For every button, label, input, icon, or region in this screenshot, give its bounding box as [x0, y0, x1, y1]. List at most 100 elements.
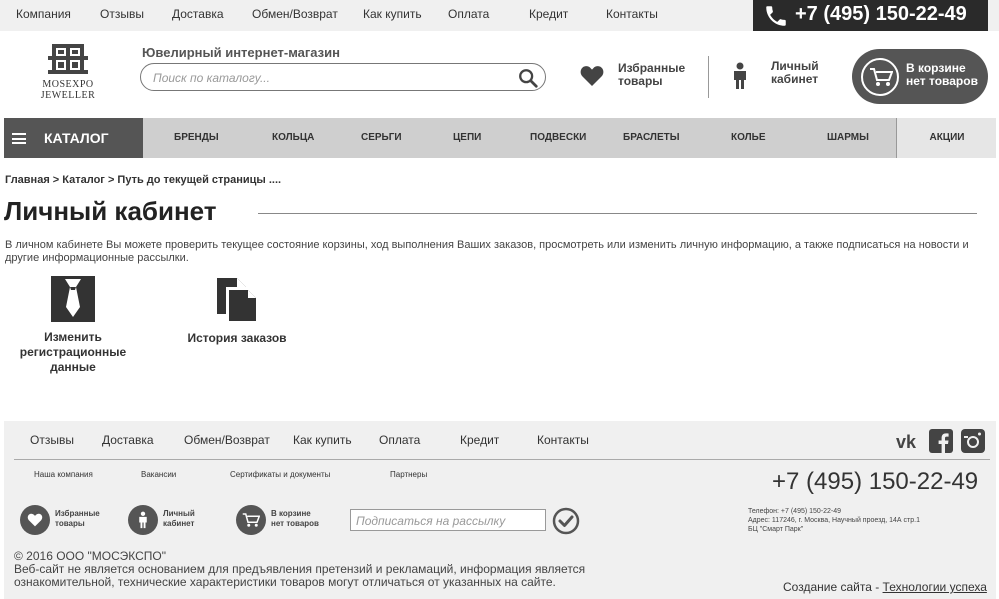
cart-icon: [870, 68, 893, 86]
catnav-promotions[interactable]: АКЦИИ: [896, 118, 996, 158]
footer-cart-line2: нет товаров: [271, 519, 319, 528]
promotions-label: АКЦИИ: [929, 132, 965, 143]
catnav-earrings[interactable]: СЕРЬГИ: [361, 132, 402, 143]
footer-account-line1: Личный: [163, 509, 195, 518]
footer-account-line2: кабинет: [163, 519, 195, 528]
footer-contact-info: Телефон: +7 (495) 150-22-49 Адрес: 11724…: [748, 507, 920, 534]
topnav-link-credit[interactable]: Кредит: [529, 7, 568, 21]
catalog-menu-button[interactable]: КАТАЛОГ: [4, 118, 143, 158]
edit-registration-tile[interactable]: Изменить регистрационные данные: [10, 276, 136, 376]
site-logo[interactable]: MOSEXPO JEWELLER: [28, 44, 108, 106]
facebook-icon[interactable]: [929, 429, 953, 453]
disclaimer-text: Веб-сайт не является основанием для пред…: [14, 562, 586, 589]
subscribe-input[interactable]: [356, 513, 540, 528]
developer-credit-prefix: Создание сайта -: [783, 580, 883, 594]
top-bar: Компания Отзывы Доставка Обмен/Возврат К…: [0, 0, 999, 31]
footer-info-phone: Телефон: +7 (495) 150-22-49: [748, 508, 842, 515]
footer-cart-line1: В корзине: [271, 509, 311, 518]
footer-link-payment[interactable]: Оплата: [379, 433, 420, 447]
footer-link-company[interactable]: Наша компания: [34, 470, 93, 479]
topnav-link-how-to-buy[interactable]: Как купить: [363, 7, 422, 21]
shop-title: Ювелирный интернет-магазин: [142, 45, 340, 60]
footer: Отзывы Доставка Обмен/Возврат Как купить…: [4, 421, 996, 599]
edit-registration-label: Изменить регистрационные данные: [19, 330, 127, 374]
subscribe-submit-icon[interactable]: [552, 507, 580, 535]
footer-favorites-link[interactable]: Избранные товары: [20, 505, 110, 535]
logo-text-line1: MOSEXPO: [42, 79, 94, 90]
topnav-link-payment[interactable]: Оплата: [448, 7, 489, 21]
footer-favorites-line1: Избранные: [55, 509, 100, 518]
order-history-label: История заказов: [187, 331, 287, 345]
cart-icon: [242, 513, 260, 527]
footer-link-certificates[interactable]: Сертификаты и документы: [230, 470, 330, 479]
header-divider: [708, 56, 709, 98]
footer-cart-link[interactable]: В корзине нет товаров: [236, 505, 336, 535]
subscribe-box: [350, 509, 546, 531]
footer-link-credit[interactable]: Кредит: [460, 433, 499, 447]
catnav-charms[interactable]: ШАРМЫ: [827, 132, 869, 143]
topnav-link-company[interactable]: Компания: [16, 7, 71, 21]
page-title: Личный кабинет: [4, 196, 217, 226]
footer-legal: © 2016 ООО "МОСЭКСПО" Веб-сайт не являет…: [14, 550, 654, 589]
logo-text-line2: JEWELLER: [40, 90, 96, 101]
search-icon[interactable]: [517, 67, 539, 89]
intro-text: В личном кабинете Вы можете проверить те…: [5, 239, 969, 264]
footer-link-contacts[interactable]: Контакты: [537, 433, 589, 447]
developer-credit: Создание сайта - Технологии успеха: [783, 580, 987, 594]
catnav-rings[interactable]: КОЛЬЦА: [272, 132, 314, 143]
header-phone-number: +7 (495) 150-22-49: [795, 3, 967, 25]
footer-link-partners[interactable]: Партнеры: [390, 470, 427, 479]
phone-icon: [766, 6, 786, 26]
cart-label-line2: нет товаров: [906, 74, 978, 88]
footer-info-building: БЦ "Смарт Парк": [748, 526, 804, 533]
heart-icon: [580, 66, 604, 86]
header-phone[interactable]: +7 (495) 150-22-49: [753, 0, 988, 31]
person-icon: [734, 62, 746, 89]
topnav-link-returns[interactable]: Обмен/Возврат: [252, 7, 338, 21]
footer-link-delivery[interactable]: Доставка: [102, 433, 154, 447]
header-cart-button[interactable]: В корзине нет товаров: [852, 49, 988, 104]
instagram-icon[interactable]: [961, 429, 985, 453]
topnav-link-delivery[interactable]: Доставка: [172, 7, 224, 21]
footer-link-how-to-buy[interactable]: Как купить: [293, 433, 352, 447]
search-box: [140, 63, 546, 91]
header-favorites-link[interactable]: Избранные товары: [580, 58, 690, 94]
catnav-chains[interactable]: ЦЕПИ: [453, 132, 481, 143]
footer-person-circle: [128, 505, 158, 535]
catnav-brands[interactable]: БРЕНДЫ: [174, 132, 219, 143]
breadcrumb: Главная > Каталог > Путь до текущей стра…: [5, 174, 282, 186]
favorites-label-line2: товары: [618, 74, 663, 88]
heart-icon: [27, 513, 43, 527]
tie-icon: [51, 276, 95, 322]
topnav-link-reviews[interactable]: Отзывы: [100, 7, 144, 21]
account-label-line2: кабинет: [771, 72, 819, 86]
order-history-tile[interactable]: История заказов: [178, 276, 296, 348]
catnav-pendants[interactable]: ПОДВЕСКИ: [530, 132, 586, 143]
documents-icon: [217, 278, 259, 324]
header-account-link[interactable]: Личный кабинет: [732, 58, 832, 94]
person-icon: [139, 511, 147, 529]
footer-link-reviews[interactable]: Отзывы: [30, 433, 74, 447]
title-divider: [258, 213, 977, 214]
search-input[interactable]: [153, 69, 513, 87]
footer-favorites-line2: товары: [55, 519, 85, 528]
developer-credit-link[interactable]: Технологии успеха: [883, 580, 987, 594]
footer-account-link[interactable]: Личный кабинет: [128, 505, 218, 535]
footer-divider: [14, 459, 990, 460]
catnav-bracelets[interactable]: БРАСЛЕТЫ: [623, 132, 680, 143]
footer-heart-circle: [20, 505, 50, 535]
svg-text:vk: vk: [896, 432, 917, 452]
catalog-menu-label: КАТАЛОГ: [44, 130, 109, 146]
footer-link-returns[interactable]: Обмен/Возврат: [184, 433, 270, 447]
catalog-nav: КАТАЛОГ БРЕНДЫ КОЛЬЦА СЕРЬГИ ЦЕПИ ПОДВЕС…: [4, 118, 996, 158]
footer-info-address: Адрес: 117246, г. Москва, Научный проезд…: [748, 517, 920, 524]
cart-icon-ring: [861, 58, 899, 96]
topnav-link-contacts[interactable]: Контакты: [606, 7, 658, 21]
catnav-necklaces[interactable]: КОЛЬЕ: [731, 132, 766, 143]
hamburger-icon: [12, 133, 26, 144]
footer-link-vacancies[interactable]: Вакансии: [141, 470, 176, 479]
footer-cart-circle: [236, 505, 266, 535]
footer-phone[interactable]: +7 (495) 150-22-49: [772, 468, 978, 496]
vk-icon[interactable]: vk: [896, 429, 924, 453]
logo-mark-icon: [48, 44, 88, 74]
